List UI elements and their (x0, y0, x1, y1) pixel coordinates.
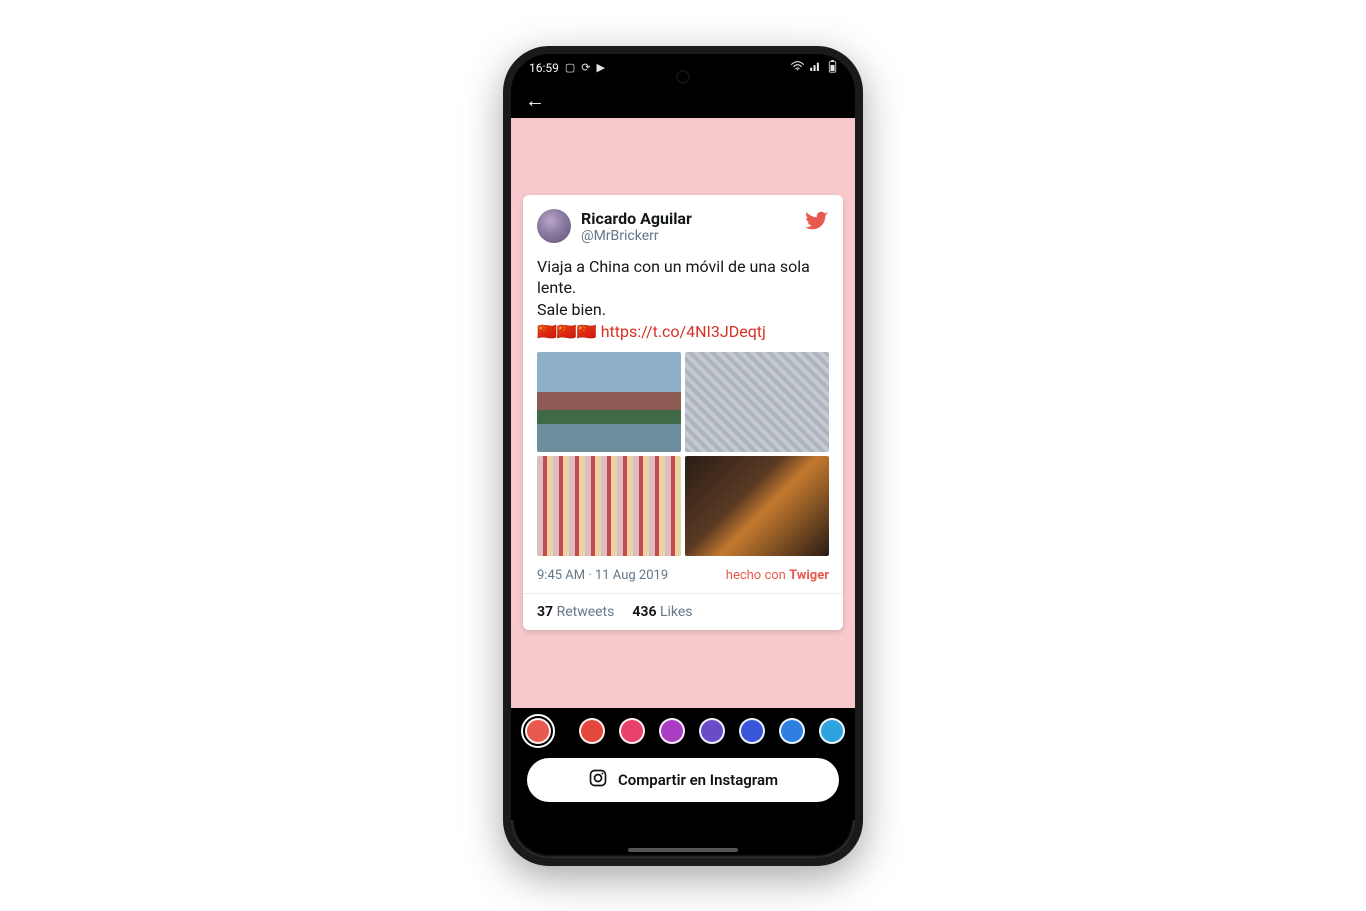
color-swatch-2[interactable] (619, 718, 645, 744)
status-right (791, 60, 837, 76)
share-instagram-button[interactable]: Compartir en Instagram (527, 758, 839, 802)
video-icon: ▶ (597, 61, 605, 74)
battery-icon (828, 60, 837, 76)
tweet-media-grid (537, 352, 829, 556)
tweet-image-1 (537, 352, 681, 452)
back-button[interactable]: ← (525, 90, 545, 110)
avatar (537, 209, 571, 243)
tweet-line-2: Sale bien. (537, 299, 829, 321)
color-palette (511, 708, 855, 750)
retweets-label: Retweets (557, 604, 615, 620)
tweet-body: Viaja a China con un móvil de una sola l… (537, 256, 829, 342)
color-swatch-1[interactable] (579, 718, 605, 744)
retweets-stat: 37 Retweets (537, 604, 614, 620)
share-button-label: Compartir en Instagram (618, 771, 778, 789)
handle: @MrBrickerr (581, 228, 692, 244)
tweet-line-1: Viaja a China con un móvil de una sola l… (537, 256, 829, 299)
phone-frame: 16:59 ▢ ⟳ ▶ ← Ricardo Aguilar (503, 46, 863, 866)
credit-label: hecho con Twiger (726, 568, 829, 583)
tweet-card: Ricardo Aguilar @MrBrickerr Viaja a Chin… (523, 195, 843, 630)
credit-app: Twiger (789, 568, 829, 583)
color-swatch-4[interactable] (699, 718, 725, 744)
color-swatch-5[interactable] (739, 718, 765, 744)
tweet-timestamp: 9:45 AM · 11 Aug 2019 (537, 568, 668, 583)
tweet-link[interactable]: https://t.co/4NI3JDeqtj (601, 322, 766, 341)
tweet-header: Ricardo Aguilar @MrBrickerr (537, 209, 829, 244)
tweet-image-2 (685, 352, 829, 452)
display-name: Ricardo Aguilar (581, 209, 692, 228)
flag-emojis: 🇨🇳🇨🇳🇨🇳 (537, 322, 597, 341)
color-swatch-6[interactable] (779, 718, 805, 744)
tweet-image-3 (537, 456, 681, 556)
likes-label: Likes (660, 604, 693, 620)
preview-canvas[interactable]: Ricardo Aguilar @MrBrickerr Viaja a Chin… (511, 118, 855, 708)
signal-icon (810, 61, 822, 74)
tweet-identity: Ricardo Aguilar @MrBrickerr (581, 209, 692, 244)
status-time: 16:59 (529, 61, 559, 75)
camera-hole (678, 72, 688, 82)
home-indicator (628, 848, 738, 852)
color-swatch-7[interactable] (819, 718, 845, 744)
tweet-image-4 (685, 456, 829, 556)
color-swatch-0[interactable] (525, 718, 551, 744)
retweets-count: 37 (537, 604, 553, 620)
tweet-line-3: 🇨🇳🇨🇳🇨🇳 https://t.co/4NI3JDeqtj (537, 321, 829, 343)
refresh-icon: ⟳ (581, 61, 590, 74)
wifi-icon (791, 61, 804, 74)
app-bar: ← (511, 82, 855, 118)
credit-prefix: hecho con (726, 568, 789, 583)
likes-count: 436 (632, 604, 656, 620)
share-area: Compartir en Instagram (511, 750, 855, 820)
status-left: 16:59 ▢ ⟳ ▶ (529, 61, 605, 75)
likes-stat: 436 Likes (632, 604, 692, 620)
tweet-stats: 37 Retweets 436 Likes (537, 594, 829, 620)
image-icon: ▢ (565, 61, 575, 74)
instagram-icon (588, 768, 608, 792)
twitter-icon (805, 209, 829, 237)
tweet-meta: 9:45 AM · 11 Aug 2019 hecho con Twiger (537, 568, 829, 583)
color-swatch-3[interactable] (659, 718, 685, 744)
